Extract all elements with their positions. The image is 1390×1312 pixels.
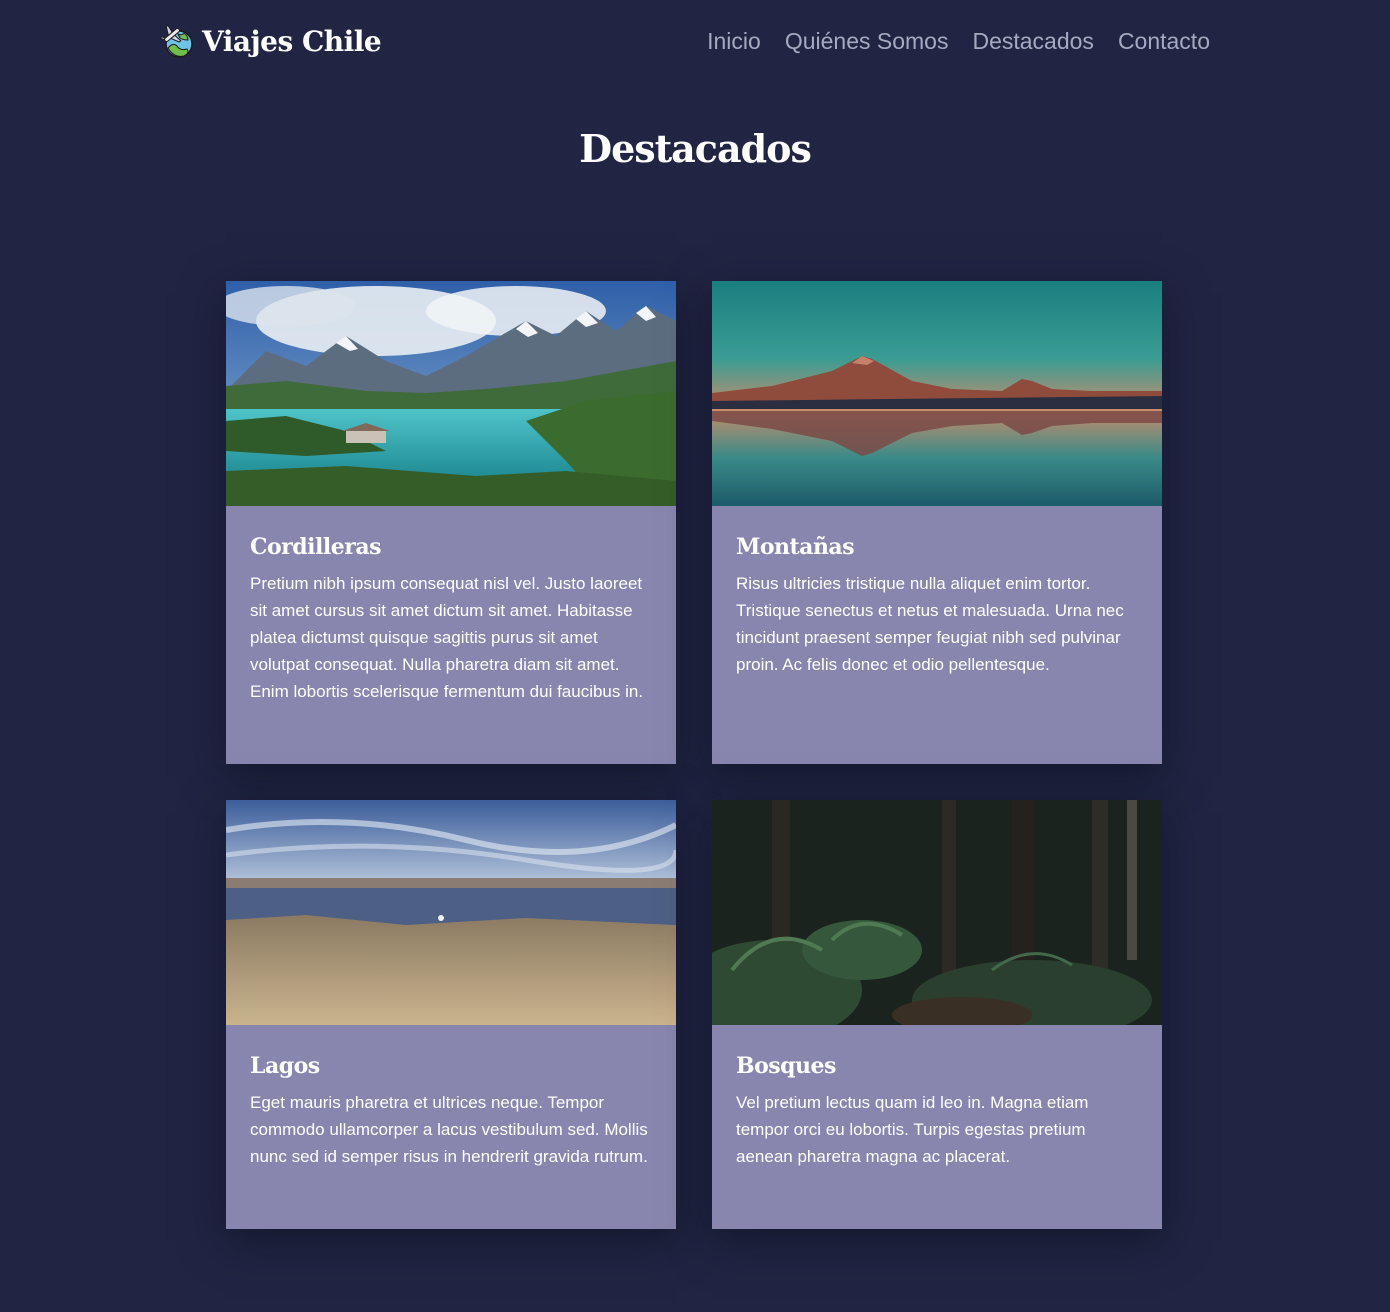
brand-link[interactable]: Viajes Chile (160, 24, 382, 60)
card-cordilleras: Cordilleras Pretium nibh ipsum consequat… (226, 281, 676, 764)
card-body: Lagos Eget mauris pharetra et ultrices n… (226, 1025, 676, 1194)
card-body: Bosques Vel pretium lectus quam id leo i… (712, 1025, 1162, 1194)
volcano-reflection-photo (712, 281, 1162, 506)
mountain-lake-photo (226, 281, 676, 506)
card-title: Montañas (736, 534, 855, 560)
card-text: Pretium nibh ipsum consequat nisl vel. J… (250, 574, 644, 701)
card-body: Montañas Risus ultricies tristique nulla… (712, 506, 1162, 702)
nav-menu: Inicio Quiénes Somos Destacados Contacto (707, 26, 1210, 56)
navbar: Viajes Chile Inicio Quiénes Somos Destac… (0, 0, 1390, 82)
nav-item-destacados[interactable]: Destacados (972, 28, 1093, 54)
card-title: Bosques (736, 1053, 836, 1079)
brand-name: Viajes Chile (202, 25, 382, 58)
card-bosques: Bosques Vel pretium lectus quam id leo i… (712, 800, 1162, 1229)
card-text: Risus ultricies tristique nulla aliquet … (736, 574, 1124, 674)
nav-item-quienes-somos[interactable]: Quiénes Somos (785, 28, 949, 54)
card-body: Cordilleras Pretium nibh ipsum consequat… (226, 506, 676, 729)
card-title: Lagos (250, 1053, 320, 1079)
plane-globe-icon (160, 24, 193, 58)
card-title: Cordilleras (250, 534, 381, 560)
card-text: Eget mauris pharetra et ultrices neque. … (250, 1093, 648, 1166)
nav-item-contacto[interactable]: Contacto (1118, 28, 1210, 54)
salt-lake-photo (226, 800, 676, 1025)
card-text: Vel pretium lectus quam id leo in. Magna… (736, 1093, 1089, 1166)
nav-item-inicio[interactable]: Inicio (707, 28, 761, 54)
section-title: Destacados (579, 126, 812, 171)
card-lagos: Lagos Eget mauris pharetra et ultrices n… (226, 800, 676, 1229)
card-montanas: Montañas Risus ultricies tristique nulla… (712, 281, 1162, 764)
forest-photo (712, 800, 1162, 1025)
